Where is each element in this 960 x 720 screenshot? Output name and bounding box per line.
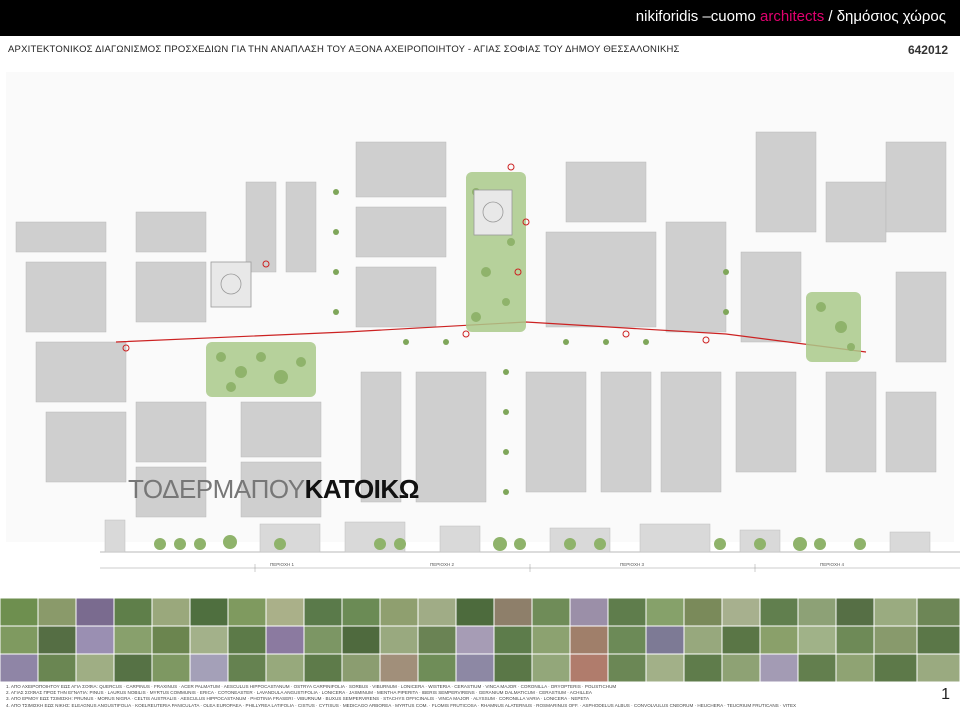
brand-section: / δημόσιος χώρος — [824, 8, 946, 25]
slide-title: ΑΡΧΙΤΕΚΤΟΝΙΚΟΣ ΔΙΑΓΩΝΙΣΜΟΣ ΠΡΟΣΧΕΔΙΩΝ ΓΙ… — [8, 44, 680, 55]
zone-label-3: ΠΕΡΙΟΧΗ 3 — [620, 562, 645, 567]
tagline-light: ΤΟΔΕΡΜΑΠΟΥ — [128, 474, 305, 504]
zone-label-4: ΠΕΡΙΟΧΗ 4 — [820, 562, 845, 567]
tagline: ΤΟΔΕΡΜΑΠΟΥΚΑΤΟΙΚΩ — [128, 474, 420, 505]
note-line-4: 4. ΑΠΟ ΤΣΙΜΙΣΚΗ ΕΩΣ ΝΙΚΗΣ: ELEAGNUS ANGU… — [6, 702, 797, 708]
brand-main: nikiforidis –cuomo — [635, 8, 760, 25]
page-number: 1 — [941, 686, 950, 703]
tagline-bold: ΚΑΤΟΙΚΩ — [304, 474, 420, 504]
plant-photo-strip — [0, 598, 960, 682]
brand-accent: architects — [760, 8, 825, 25]
site-plan — [6, 72, 954, 542]
slide: ΑΡΧΙΤΕΚΤΟΝΙΚΟΣ ΔΙΑΓΩΝΙΣΜΟΣ ΠΡΟΣΧΕΔΙΩΝ ΓΙ… — [0, 36, 960, 720]
planting-notes: 1. ΑΠΟ ΑΧΕΙΡΟΠΟΙΗΤΟΥ ΕΩΣ ΑΓΙΑ ΣΟΦΙΑ: QUE… — [6, 684, 906, 709]
header-bar: nikiforidis –cuomo architects / δημόσιος… — [0, 0, 960, 36]
brand-line: nikiforidis –cuomo architects / δημόσιος… — [636, 8, 946, 25]
zone-label-1: ΠΕΡΙΟΧΗ 1 — [270, 562, 295, 567]
zone-label-2: ΠΕΡΙΟΧΗ 2 — [430, 562, 455, 567]
entry-code: 642012 — [907, 43, 948, 57]
